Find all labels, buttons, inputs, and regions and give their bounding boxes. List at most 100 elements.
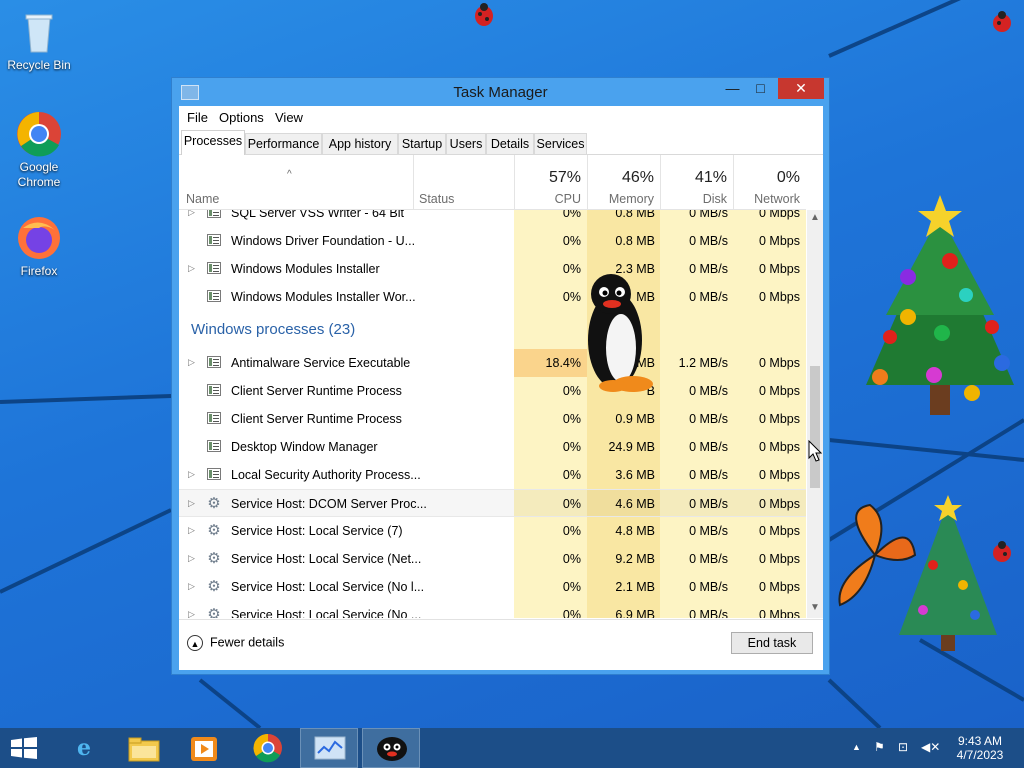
network-value: 0 Mbps	[759, 290, 800, 304]
tab-details[interactable]: Details	[486, 133, 534, 154]
network-value: 0 Mbps	[759, 552, 800, 566]
network-value: 0 Mbps	[759, 384, 800, 398]
process-row[interactable]: ▷ ⚙ Service Host: Local Service (Net... 0% 9…	[179, 545, 806, 573]
penguin-app-icon	[377, 737, 407, 761]
window-icon	[207, 440, 221, 452]
title-bar[interactable]: Task Manager — □ ✕	[172, 78, 829, 106]
disk-value: 1.2 MB/s	[678, 356, 728, 370]
column-header-cpu[interactable]: 57% CPU	[515, 155, 587, 209]
action-center-flag-icon[interactable]: ⚑	[874, 740, 885, 754]
close-button[interactable]: ✕	[778, 78, 824, 99]
column-header-memory[interactable]: 46% Memory	[588, 155, 660, 209]
expand-arrow-icon[interactable]: ▷	[188, 525, 195, 536]
column-header-disk[interactable]: 41% Disk	[661, 155, 733, 209]
process-row[interactable]: Client Server Runtime Process 0% 0.9 MB 0 M…	[179, 405, 806, 433]
expand-arrow-icon[interactable]: ▷	[188, 553, 195, 564]
process-row[interactable]: Windows Driver Foundation - U... 0% 0.8 MB…	[179, 227, 806, 255]
memory-value: 9.2 MB	[615, 552, 655, 566]
start-button[interactable]	[0, 728, 56, 768]
column-header-name[interactable]: ^ Name	[179, 155, 413, 209]
minimize-button[interactable]: —	[719, 78, 746, 99]
taskbar-internet-explorer[interactable]: e	[56, 728, 112, 768]
expand-arrow-icon[interactable]: ▷	[188, 263, 195, 274]
tab-processes[interactable]: Processes	[181, 130, 245, 155]
taskbar-chrome[interactable]	[240, 728, 296, 768]
cpu-value: 0%	[562, 468, 581, 482]
window-icon	[207, 412, 221, 424]
disk-value: 0 MB/s	[689, 290, 728, 304]
tab-services[interactable]: Services	[534, 133, 587, 154]
maximize-button[interactable]: □	[747, 78, 774, 99]
network-icon[interactable]: ⊡	[898, 740, 908, 754]
expand-arrow-icon[interactable]: ▷	[188, 498, 195, 509]
sort-ascending-icon: ^	[287, 169, 292, 180]
window-icon	[207, 210, 221, 218]
disk-value: 0 MB/s	[689, 412, 728, 426]
footer-bar: ▲ Fewer details End task	[179, 619, 823, 670]
window-client-area: File Options View Processes Performance …	[179, 106, 823, 670]
network-value: 0 Mbps	[759, 262, 800, 276]
taskbar-penguin-app[interactable]	[362, 728, 420, 768]
network-value: 0 Mbps	[759, 210, 800, 220]
memory-value: 2.1 MB	[615, 580, 655, 594]
show-hidden-icons-icon[interactable]: ▲	[852, 742, 861, 752]
process-row[interactable]: ▷ SQL Server VSS Writer - 64 Bit 0% 0.8 MB 0…	[179, 210, 806, 227]
process-row[interactable]: ▷ ⚙ Service Host: DCOM Server Proc... 0% 4.6…	[179, 489, 806, 517]
process-row[interactable]: Client Server Runtime Process 0% B 0 MB/s 0 …	[179, 377, 806, 405]
disk-total-percent: 41%	[694, 169, 727, 186]
column-header-status[interactable]: Status	[414, 155, 514, 209]
process-name: Antimalware Service Executable	[231, 356, 411, 370]
taskbar-task-manager[interactable]	[300, 728, 358, 768]
tab-startup[interactable]: Startup	[398, 133, 446, 154]
tab-app-history[interactable]: App history	[322, 133, 398, 154]
tab-users[interactable]: Users	[446, 133, 486, 154]
disk-value: 0 MB/s	[689, 580, 728, 594]
menu-file[interactable]: File	[187, 110, 208, 125]
expand-arrow-icon[interactable]: ▷	[188, 210, 195, 218]
process-name: Windows Driver Foundation - U...	[231, 234, 416, 248]
vertical-scrollbar[interactable]: ▲ ▼	[807, 210, 823, 618]
taskbar-file-explorer[interactable]	[116, 728, 172, 768]
process-name: Client Server Runtime Process	[231, 384, 402, 398]
desktop-icon-firefox[interactable]: Firefox	[3, 214, 75, 279]
expand-arrow-icon[interactable]: ▷	[188, 581, 195, 592]
expand-arrow-icon[interactable]: ▷	[188, 357, 195, 368]
mouse-cursor-icon	[808, 440, 822, 462]
tab-strip: Processes Performance App history Startu…	[179, 130, 823, 155]
window-icon	[207, 262, 221, 274]
menu-options[interactable]: Options	[219, 110, 264, 125]
scroll-up-arrow-icon[interactable]: ▲	[807, 212, 823, 226]
scrollbar-thumb[interactable]	[810, 366, 820, 488]
expand-arrow-icon[interactable]: ▷	[188, 609, 195, 618]
process-row[interactable]: Desktop Window Manager 0% 24.9 MB 0 MB/s 0 M…	[179, 433, 806, 461]
process-row[interactable]: ▷ ⚙ Service Host: Local Service (No ... 0% 6…	[179, 601, 806, 619]
end-task-button[interactable]: End task	[731, 632, 813, 654]
process-row[interactable]: ▷ Windows Modules Installer 0% 2.3 MB 0 MB/s…	[179, 255, 806, 283]
process-row[interactable]: ▷ Antimalware Service Executable 18.4% MB 1.…	[179, 349, 806, 377]
menu-view[interactable]: View	[275, 110, 303, 125]
scroll-down-arrow-icon[interactable]: ▼	[807, 602, 823, 616]
desktop-icon-recycle-bin[interactable]: Recycle Bin	[3, 8, 75, 73]
process-row[interactable]: Windows Modules Installer Wor... 0% MB 0 MB…	[179, 283, 806, 311]
process-row[interactable]: ▷ Local Security Authority Process... 0% 3.…	[179, 461, 806, 489]
process-name: Windows Modules Installer	[231, 262, 380, 276]
system-clock[interactable]: 9:43 AM 4/7/2023	[950, 734, 1010, 762]
taskbar-media-player[interactable]	[176, 728, 232, 768]
expand-arrow-icon[interactable]: ▷	[188, 469, 195, 480]
desktop-icon-label: Firefox	[20, 264, 58, 278]
cpu-value: 0%	[562, 524, 581, 538]
cpu-value: 0%	[562, 608, 581, 618]
column-header-network[interactable]: 0% Network	[734, 155, 806, 209]
fewer-details-button[interactable]: ▲ Fewer details	[187, 635, 284, 651]
start-icon	[11, 737, 37, 759]
desktop-icon-google-chrome[interactable]: Google Chrome	[3, 110, 75, 190]
cpu-value: 0%	[562, 412, 581, 426]
network-value: 0 Mbps	[759, 412, 800, 426]
process-row[interactable]: ▷ ⚙ Service Host: Local Service (No l... 0%…	[179, 573, 806, 601]
memory-value: 0.8 MB	[615, 210, 655, 220]
menu-bar: File Options View	[179, 106, 823, 128]
process-row[interactable]: ▷ ⚙ Service Host: Local Service (7) 0% 4.8 M…	[179, 517, 806, 545]
volume-muted-icon[interactable]: ◀✕	[921, 740, 940, 754]
disk-value: 0 MB/s	[689, 440, 728, 454]
tab-performance[interactable]: Performance	[245, 133, 322, 154]
